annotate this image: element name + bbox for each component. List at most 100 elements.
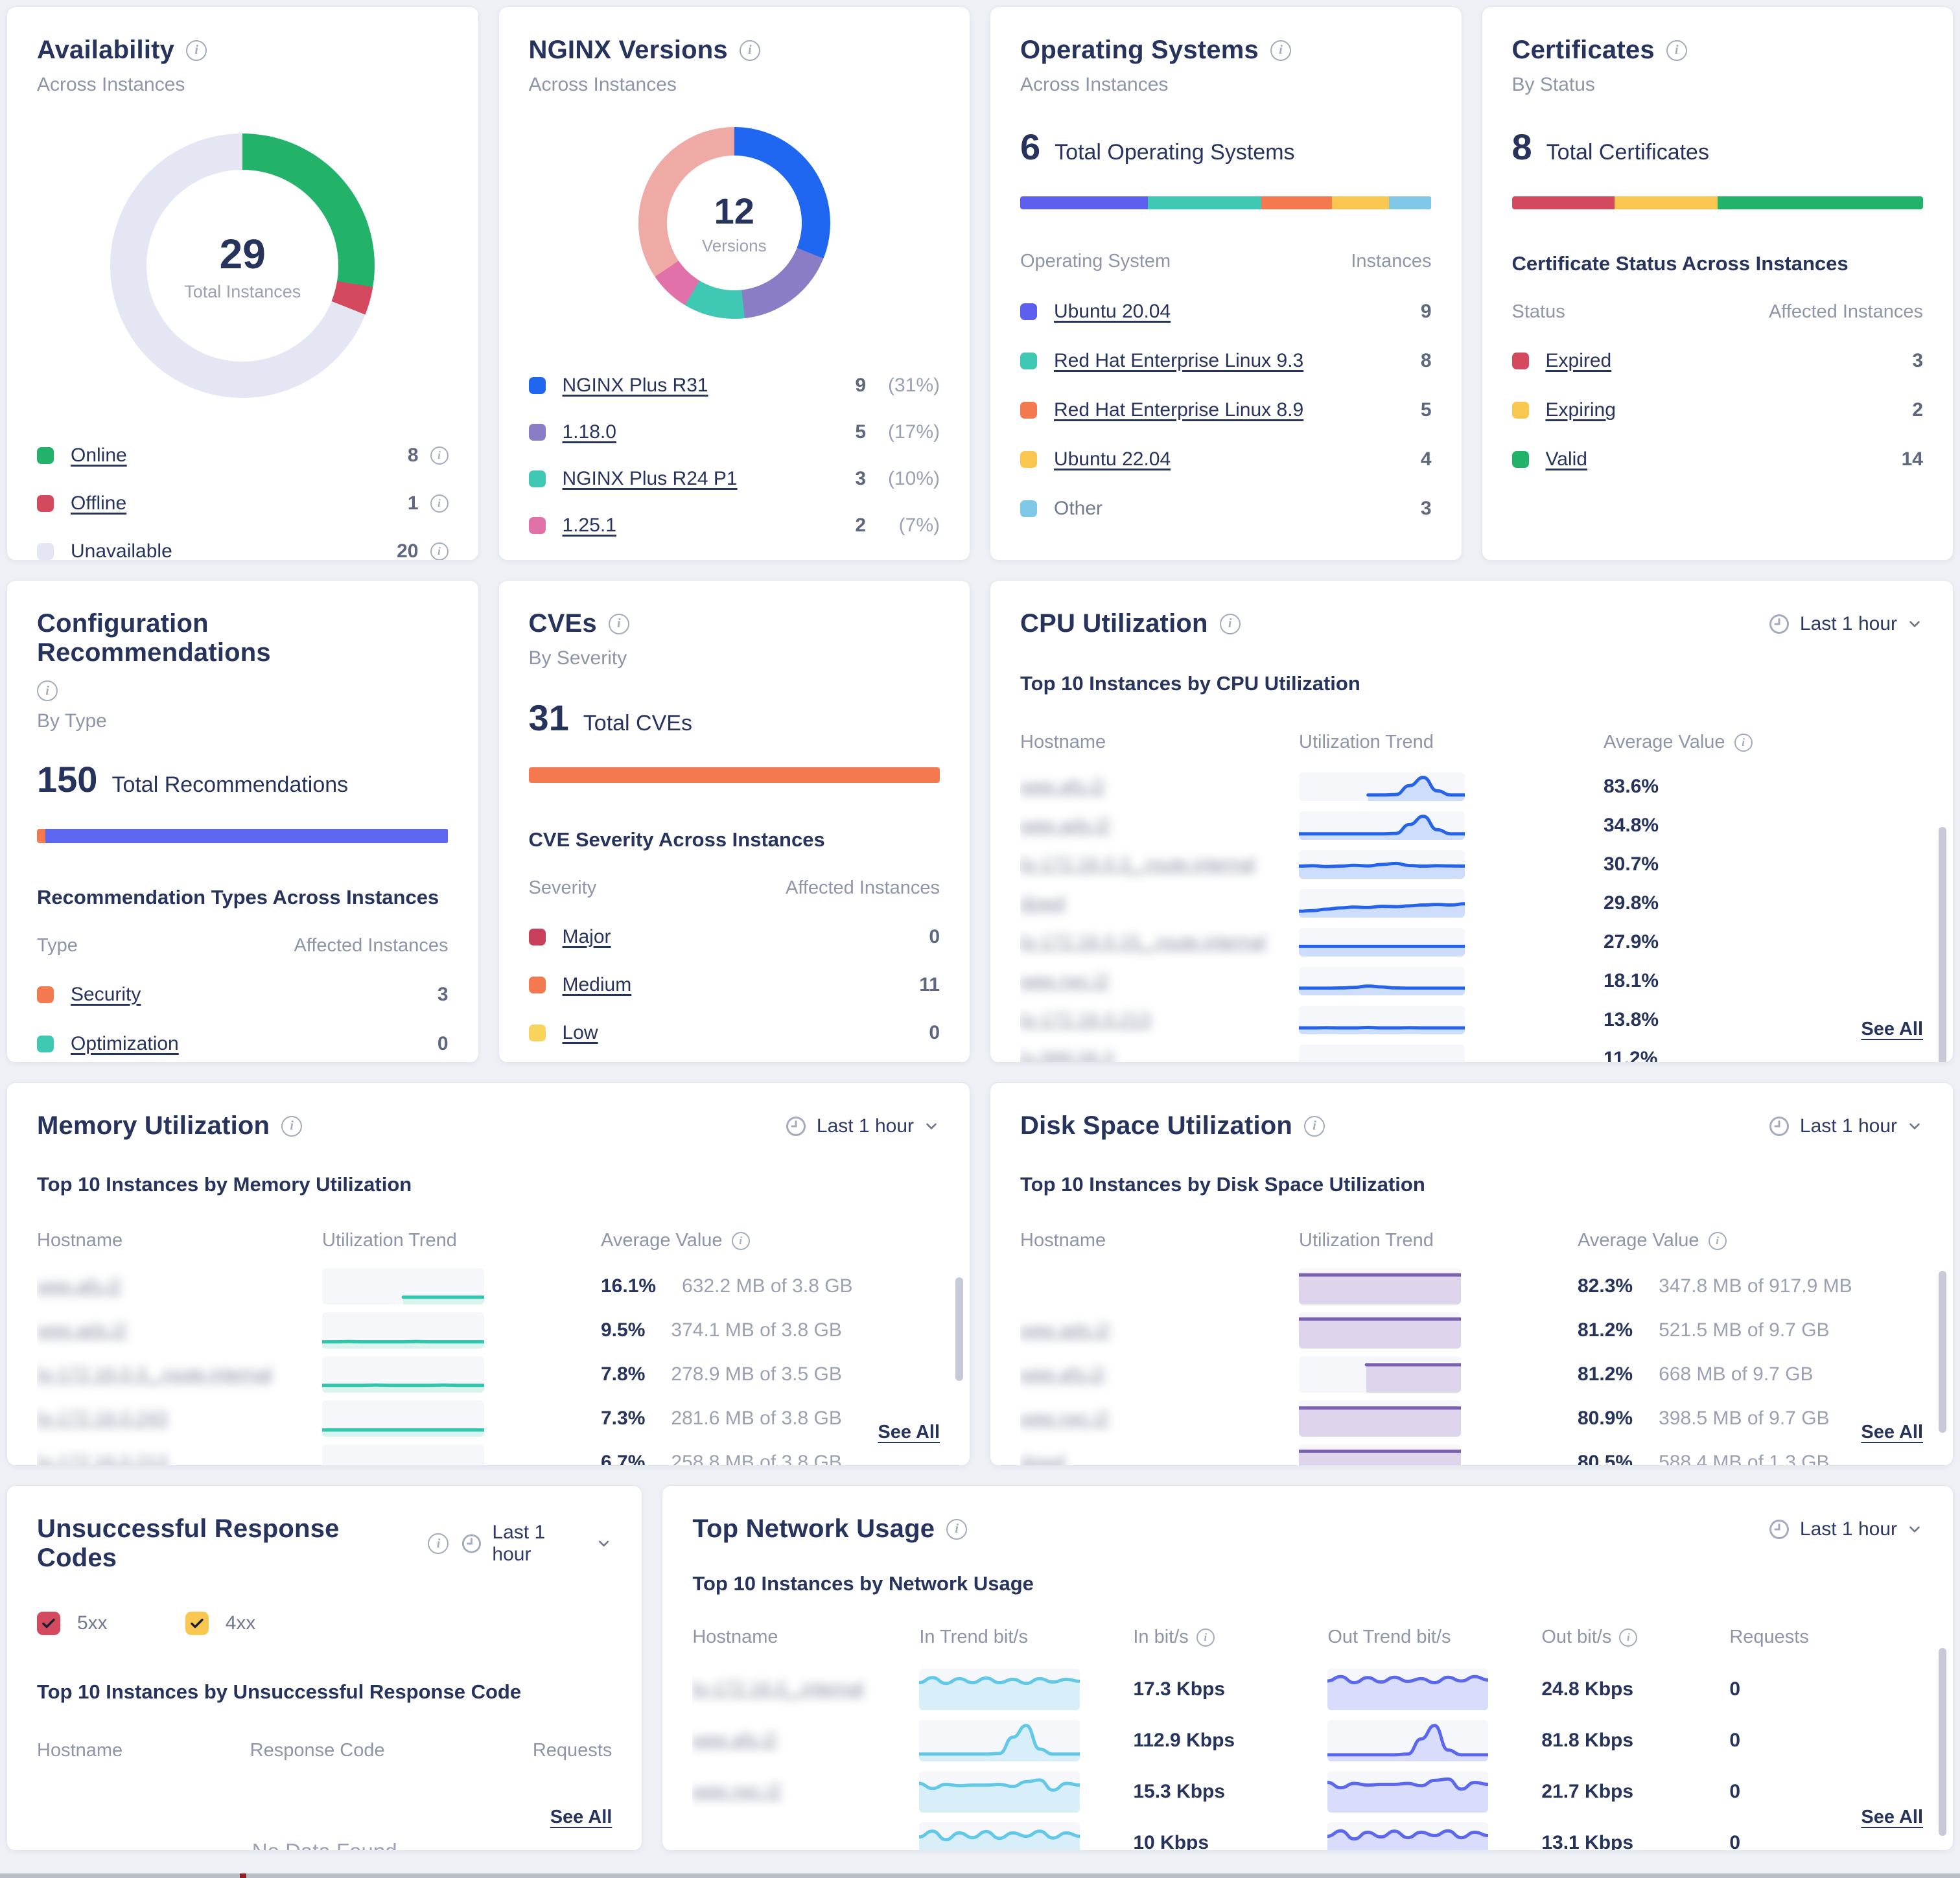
col-header: In bit/si	[1133, 1627, 1327, 1648]
info-icon[interactable]: i	[1619, 1629, 1637, 1647]
info-icon[interactable]: i	[1709, 1232, 1727, 1250]
hostname-link[interactable]: lo-172.16.0.15_.route.internal	[1020, 932, 1299, 953]
hostname-link[interactable]: wee.ads.i2	[1020, 1320, 1299, 1341]
info-icon[interactable]: i	[430, 542, 449, 561]
time-range-dropdown[interactable]: Last 1 hour	[460, 1522, 612, 1566]
availability-donut-chart[interactable]: 29 Total Instances	[110, 133, 375, 398]
legend-color-dot	[1020, 451, 1037, 468]
see-all-link[interactable]: See All	[1861, 1019, 1923, 1040]
legend-label-link[interactable]: Ubuntu 22.04	[1054, 448, 1171, 470]
hostname-link[interactable]: lo-172.16.0.243	[37, 1408, 322, 1430]
trend-sparkline	[919, 1669, 1080, 1710]
legend-value: 3	[438, 984, 449, 1006]
legend-label-link[interactable]: Offline	[71, 493, 126, 515]
info-icon[interactable]: i	[186, 40, 207, 61]
legend-value: 2	[855, 515, 866, 537]
legend-label-link[interactable]: 1.18.0	[563, 421, 616, 443]
legend-label-link[interactable]: Medium	[563, 974, 632, 996]
hostname-link[interactable]: dowd	[1020, 1452, 1299, 1466]
card-cpu-utilization: CPU Utilization i Last 1 hour Top 10 Ins…	[990, 580, 1954, 1063]
hostname-link[interactable]: wee.rwc.i2	[1020, 971, 1299, 992]
info-icon[interactable]: i	[430, 494, 449, 513]
average-value: 82.3%	[1578, 1275, 1633, 1297]
clock-icon	[784, 1115, 808, 1138]
legend-label-link[interactable]: Online	[71, 445, 127, 467]
see-all-link[interactable]: See All	[1861, 1807, 1923, 1828]
legend-row: Offline1i	[37, 493, 449, 515]
hostname-link[interactable]: dowd	[1020, 893, 1299, 914]
legend-color-dot	[529, 377, 546, 394]
legend-label-link[interactable]: NGINX Plus R24 P1	[563, 468, 738, 490]
info-icon[interactable]: i	[1220, 614, 1241, 634]
legend-label-link[interactable]: Expiring	[1546, 399, 1616, 421]
hostname-link[interactable]: wee.ads.i2	[1020, 815, 1299, 837]
hostname-link[interactable]: wee.ads.i2	[37, 1320, 322, 1341]
legend-label-link[interactable]: Security	[71, 984, 141, 1006]
legend-color-dot	[529, 470, 546, 487]
info-icon[interactable]: i	[1196, 1629, 1215, 1647]
legend-label-link[interactable]: Expired	[1546, 350, 1612, 372]
hostname-link[interactable]: wee.afs.i2	[1020, 1364, 1299, 1385]
filter-checkbox-5xx[interactable]: 5xx	[37, 1612, 108, 1635]
info-icon[interactable]: i	[1666, 40, 1687, 61]
scrollbar-thumb[interactable]	[1939, 1648, 1946, 1836]
info-icon[interactable]: i	[1734, 734, 1753, 752]
legend-label-link[interactable]: Major	[563, 926, 611, 948]
legend-label-link[interactable]: Valid	[1546, 448, 1587, 470]
time-range-dropdown[interactable]: Last 1 hour	[784, 1115, 940, 1138]
legend-label-link[interactable]: Ubuntu 20.04	[1054, 301, 1171, 323]
hostname-link[interactable]: wee.rwc.i2	[692, 1781, 919, 1802]
time-range-dropdown[interactable]: Last 1 hour	[1768, 1115, 1923, 1138]
info-icon[interactable]: i	[740, 40, 760, 61]
checkbox-icon[interactable]	[37, 1612, 60, 1635]
scrollbar-thumb[interactable]	[1939, 1271, 1946, 1433]
hostname-link[interactable]: lo-172.16.0.213	[1020, 1010, 1299, 1031]
in-value: 15.3 Kbps	[1133, 1781, 1327, 1803]
hostname-link[interactable]: lo-172.16.0.3_.route.internal	[1020, 854, 1299, 875]
see-all-link[interactable]: See All	[550, 1807, 612, 1828]
hostname-link[interactable]: lo-999.06.0	[1020, 1049, 1299, 1063]
legend-percent: (10%)	[878, 468, 940, 490]
average-value: 7.3%	[601, 1408, 645, 1430]
see-all-link[interactable]: See All	[1861, 1422, 1923, 1443]
table-row: 82.3%347.8 MB of 917.9 MB	[1020, 1264, 1923, 1308]
checkbox-icon[interactable]	[185, 1612, 209, 1635]
legend-label-link[interactable]: Optimization	[71, 1033, 179, 1055]
info-icon[interactable]: i	[281, 1116, 302, 1137]
card-title: Availability	[37, 36, 174, 65]
see-all-link[interactable]: See All	[878, 1422, 940, 1443]
recommendations-table: Security3Optimization0Best Practice21	[37, 984, 449, 1063]
hostname-link[interactable]: lo-172.16.0.3_.route.internal	[37, 1364, 322, 1385]
card-title: Operating Systems	[1020, 36, 1259, 65]
col-header: Average Valuei	[601, 1230, 940, 1251]
legend-label-link[interactable]: 1.25.1	[563, 515, 616, 537]
info-icon[interactable]: i	[430, 446, 449, 465]
legend-color-dot	[37, 543, 54, 560]
filter-checkbox-4xx[interactable]: 4xx	[185, 1612, 256, 1635]
info-icon[interactable]: i	[609, 614, 629, 634]
scrollbar-thumb[interactable]	[955, 1277, 963, 1381]
hostname-link[interactable]: wee.afs.i2	[1020, 776, 1299, 798]
nginx-versions-donut-chart[interactable]: 12 Versions	[638, 127, 830, 319]
info-icon[interactable]: i	[1304, 1116, 1325, 1137]
hostname-link[interactable]: lo-172.16.0.213	[37, 1452, 322, 1466]
legend-label-link[interactable]: Red Hat Enterprise Linux 9.3	[1054, 350, 1303, 372]
hostname-link[interactable]: wee.afs.i2	[692, 1730, 919, 1751]
hostname-link[interactable]: lo-172.16.0_.internal	[692, 1678, 919, 1700]
hostname-link[interactable]: wee.afs.i2	[37, 1276, 322, 1297]
hostname-link[interactable]: wee.rwc.i2	[1020, 1408, 1299, 1430]
info-icon[interactable]: i	[1270, 40, 1291, 61]
time-range-dropdown[interactable]: Last 1 hour	[1768, 612, 1923, 636]
info-icon[interactable]: i	[732, 1232, 750, 1250]
legend-label-link[interactable]: NGINX Plus R31	[563, 375, 708, 397]
scrollbar-thumb[interactable]	[1939, 827, 1946, 1063]
info-icon[interactable]: i	[428, 1533, 449, 1554]
legend-label-link[interactable]: Red Hat Enterprise Linux 8.9	[1054, 399, 1303, 421]
legend-color-dot	[1020, 402, 1037, 419]
horizontal-scrollbar[interactable]	[0, 1873, 1960, 1878]
legend-label-link[interactable]: Low	[563, 1022, 598, 1044]
legend-label-link[interactable]: Unavailable	[71, 540, 172, 561]
time-range-dropdown[interactable]: Last 1 hour	[1768, 1518, 1923, 1541]
info-icon[interactable]: i	[37, 680, 58, 701]
info-icon[interactable]: i	[946, 1519, 967, 1540]
